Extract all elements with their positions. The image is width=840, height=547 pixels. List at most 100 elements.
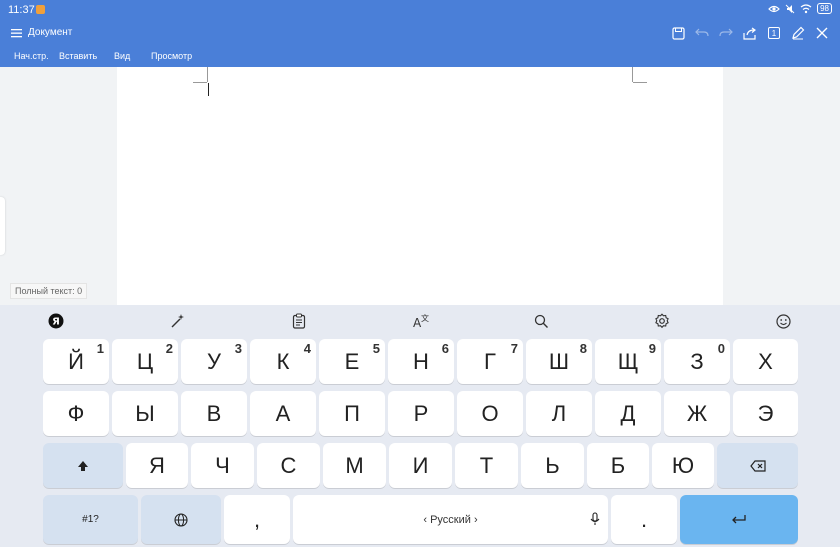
wifi-icon — [800, 3, 812, 13]
key-label: Т — [479, 452, 494, 478]
status-icons: 98 — [768, 3, 832, 14]
key-hint: 4 — [303, 341, 311, 356]
crop-mark-top-left — [193, 82, 207, 83]
side-panel-handle[interactable] — [0, 197, 5, 255]
key-r[interactable]: Р — [388, 391, 454, 436]
key-label: Р — [413, 400, 429, 426]
key-9[interactable]: Щ9 — [595, 339, 661, 384]
key-label: Ш — [548, 348, 570, 374]
key-o[interactable]: О — [457, 391, 523, 436]
key-a[interactable]: А — [250, 391, 316, 436]
redo-icon[interactable] — [714, 24, 738, 42]
yandex-icon[interactable]: Я — [48, 313, 64, 329]
key-ch[interactable]: Ч — [191, 443, 254, 488]
comma-key[interactable]: , — [224, 495, 290, 544]
key-label: В — [206, 400, 222, 426]
key-11[interactable]: Х — [733, 339, 798, 384]
key-d[interactable]: Д — [595, 391, 661, 436]
key-label: Х — [758, 348, 773, 374]
document-canvas[interactable]: Полный текст: 0 — [0, 67, 840, 305]
hamburger-menu-icon[interactable] — [10, 26, 24, 40]
clipboard-icon[interactable] — [291, 313, 307, 329]
undo-icon[interactable] — [690, 24, 714, 42]
page-count-button[interactable]: 1 — [762, 24, 786, 42]
status-time: 11:37 — [8, 4, 35, 16]
key-p[interactable]: П — [319, 391, 385, 436]
document-page[interactable] — [117, 67, 723, 305]
symbols-key[interactable]: #1? — [43, 495, 138, 544]
period-label: . — [640, 506, 648, 532]
key-label: Щ — [617, 348, 639, 374]
key-8[interactable]: Ш8 — [526, 339, 592, 384]
key-label: К — [276, 348, 290, 374]
key-soft-sign[interactable]: Ь — [521, 443, 584, 488]
key-t[interactable]: Т — [455, 443, 518, 488]
key-10[interactable]: З0 — [664, 339, 730, 384]
language-key[interactable] — [141, 495, 221, 544]
tab-home[interactable]: Нач.стр. — [14, 51, 59, 61]
key-v[interactable]: В — [181, 391, 247, 436]
edit-pen-icon[interactable] — [786, 24, 810, 42]
search-icon[interactable] — [533, 313, 549, 329]
key-3[interactable]: У3 — [181, 339, 247, 384]
battery-indicator: 98 — [817, 3, 832, 14]
key-label: Е — [344, 348, 360, 374]
key-b[interactable]: Б — [587, 443, 649, 488]
magic-wand-icon[interactable] — [170, 313, 186, 329]
key-f[interactable]: Ф — [43, 391, 109, 436]
tab-review[interactable]: Просмотр — [151, 51, 201, 61]
key-label: Д — [620, 400, 636, 426]
key-label: Й — [68, 348, 84, 374]
key-ya[interactable]: Я — [126, 443, 188, 488]
shift-icon — [78, 460, 88, 471]
key-1[interactable]: Й1 — [43, 339, 109, 384]
key-label: Ф — [67, 400, 85, 426]
key-i[interactable]: И — [389, 443, 452, 488]
key-s[interactable]: С — [257, 443, 320, 488]
key-hint: 3 — [234, 341, 242, 356]
key-label: С — [280, 452, 297, 478]
tab-view[interactable]: Вид — [114, 51, 151, 61]
key-y[interactable]: Ы — [112, 391, 178, 436]
key-hint: 6 — [441, 341, 449, 356]
key-label: Ю — [671, 452, 695, 478]
close-icon[interactable] — [810, 24, 834, 42]
key-label: Э — [757, 400, 774, 426]
shift-key[interactable] — [43, 443, 123, 488]
space-key[interactable]: ‹ Русский › — [293, 495, 608, 544]
key-hint: 5 — [372, 341, 380, 356]
key-hint: 9 — [648, 341, 656, 356]
tab-insert[interactable]: Вставить — [59, 51, 114, 61]
key-2[interactable]: Ц2 — [112, 339, 178, 384]
ribbon-tabs: Нач.стр. Вставить Вид Просмотр — [14, 51, 201, 61]
key-label: О — [481, 400, 499, 426]
enter-key[interactable] — [680, 495, 798, 544]
microphone-icon[interactable] — [590, 512, 600, 526]
key-7[interactable]: Г7 — [457, 339, 523, 384]
save-icon[interactable] — [666, 24, 690, 42]
backspace-icon — [749, 459, 766, 472]
space-language-label: ‹ Русский › — [423, 513, 478, 526]
settings-icon[interactable] — [654, 313, 670, 329]
share-icon[interactable] — [738, 24, 762, 42]
translate-icon[interactable]: A文 — [412, 313, 430, 329]
key-l[interactable]: Л — [526, 391, 592, 436]
backspace-key[interactable] — [717, 443, 798, 488]
key-e[interactable]: Э — [733, 391, 798, 436]
key-label: Ж — [686, 400, 708, 426]
status-bar: 11:37 98 — [0, 0, 840, 20]
key-m[interactable]: М — [323, 443, 386, 488]
text-caret — [208, 83, 209, 96]
key-6[interactable]: Н6 — [388, 339, 454, 384]
key-hint: 0 — [717, 341, 725, 356]
key-zh[interactable]: Ж — [664, 391, 730, 436]
emoji-icon[interactable] — [775, 313, 791, 329]
key-yu[interactable]: Ю — [652, 443, 714, 488]
symbols-label: #1? — [82, 514, 99, 525]
period-key[interactable]: . — [611, 495, 677, 544]
key-4[interactable]: К4 — [250, 339, 316, 384]
key-label: У — [207, 348, 221, 374]
toolbar-actions: 1 — [666, 24, 834, 42]
key-5[interactable]: Е5 — [319, 339, 385, 384]
crop-mark-top-right-vertical — [632, 67, 633, 82]
